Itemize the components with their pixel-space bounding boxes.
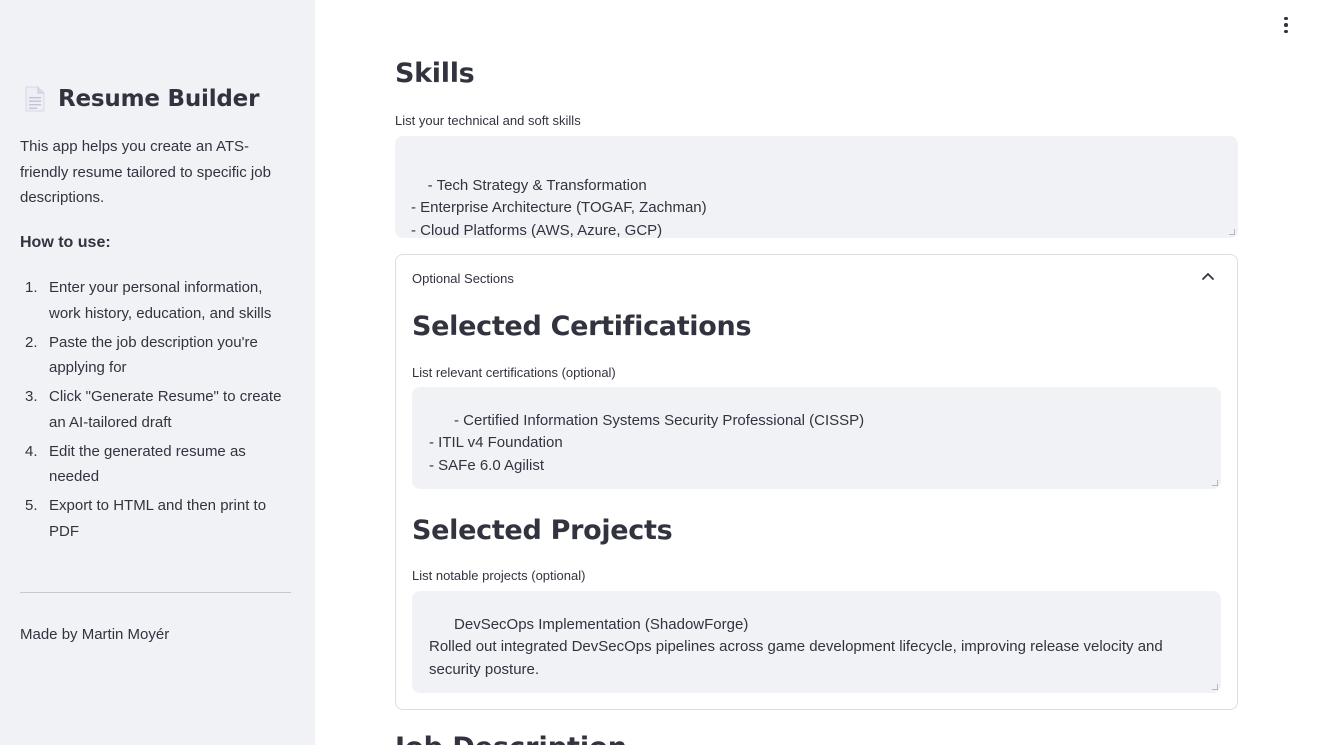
- step-text: Export to HTML and then print to PDF: [49, 497, 267, 540]
- skills-textarea[interactable]: - Tech Strategy & Transformation - Enter…: [395, 136, 1238, 238]
- certifications-textarea-value: - Certified Information Systems Security…: [429, 411, 865, 474]
- certifications-label: List relevant certifications (optional): [412, 365, 616, 380]
- how-to-steps: 1. Enter your personal information, work …: [20, 275, 290, 548]
- list-item: 4. Edit the generated resume as needed: [20, 439, 290, 490]
- sidebar-description: This app helps you create an ATS-friendl…: [20, 138, 271, 206]
- sidebar-divider: [20, 592, 291, 593]
- optional-sections-expander: Optional Sections Selected Certification…: [395, 254, 1238, 710]
- step-number: 5.: [25, 497, 38, 514]
- certifications-heading: Selected Certifications: [412, 311, 752, 342]
- skills-textarea-value: - Tech Strategy & Transformation - Enter…: [411, 176, 707, 239]
- optional-sections-title: Optional Sections: [412, 271, 514, 286]
- step-number: 3.: [25, 388, 38, 405]
- main-content: Skills List your technical and soft skil…: [395, 0, 1238, 745]
- chevron-up-icon[interactable]: [1201, 271, 1215, 281]
- projects-heading: Selected Projects: [412, 515, 673, 546]
- list-item: 5. Export to HTML and then print to PDF: [20, 493, 290, 544]
- sidebar-title: Resume Builder: [24, 86, 259, 112]
- step-text: Enter your personal information, work hi…: [49, 279, 272, 322]
- list-item: 2. Paste the job description you're apply…: [20, 330, 290, 381]
- step-number: 2.: [25, 333, 38, 351]
- projects-textarea[interactable]: DevSecOps Implementation (ShadowForge) R…: [412, 591, 1221, 693]
- document-icon: [25, 86, 45, 112]
- sidebar-footer: Made by Martin Moyér: [20, 626, 170, 643]
- list-item: 1. Enter your personal information, work …: [20, 275, 290, 326]
- certifications-textarea[interactable]: - Certified Information Systems Security…: [412, 387, 1221, 489]
- projects-label: List notable projects (optional): [412, 568, 586, 583]
- step-number: 1.: [25, 279, 38, 296]
- resize-handle-icon[interactable]: [1212, 480, 1218, 486]
- skills-label: List your technical and soft skills: [395, 113, 581, 128]
- optional-sections-header[interactable]: Optional Sections: [396, 255, 1237, 301]
- sidebar-title-text: Resume Builder: [58, 86, 260, 112]
- projects-textarea-value: DevSecOps Implementation (ShadowForge) R…: [429, 615, 1163, 678]
- step-text: Paste the job description you're applyin…: [49, 333, 258, 377]
- skills-heading: Skills: [395, 58, 475, 89]
- job-description-heading: Job Description: [395, 732, 627, 745]
- resize-handle-icon[interactable]: [1212, 684, 1218, 690]
- resize-handle-icon[interactable]: [1229, 229, 1235, 235]
- step-text: Edit the generated resume as needed: [49, 442, 246, 486]
- more-options-icon[interactable]: [1274, 12, 1298, 38]
- step-text: Click "Generate Resume" to create an AI-…: [49, 388, 282, 431]
- step-number: 4.: [25, 442, 38, 460]
- how-to-heading: How to use:: [20, 234, 111, 251]
- list-item: 3. Click "Generate Resume" to create an A…: [20, 384, 290, 435]
- sidebar: Resume Builder This app helps you create…: [0, 0, 315, 745]
